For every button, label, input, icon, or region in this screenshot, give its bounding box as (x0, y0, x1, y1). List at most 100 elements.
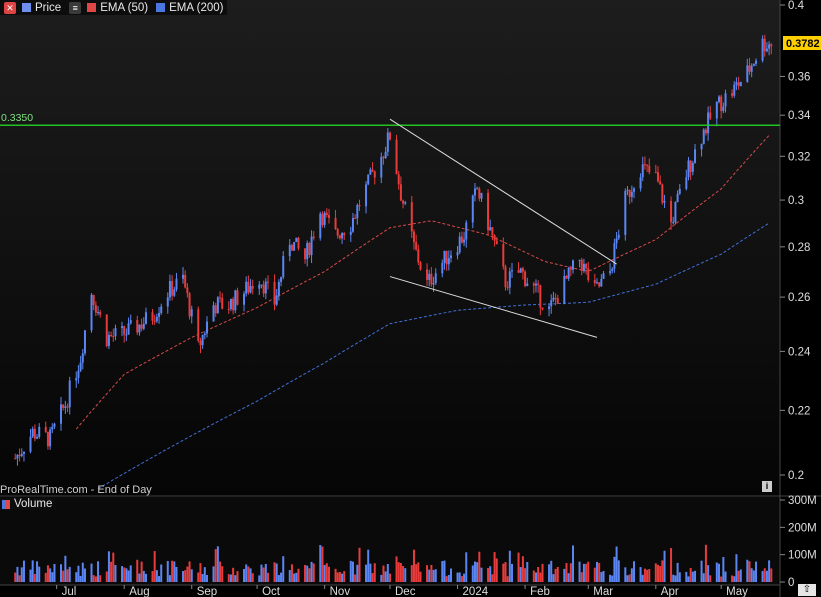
candle-body (707, 112, 710, 134)
candle-body (487, 192, 490, 231)
volume-bar (288, 570, 291, 582)
candle-body (715, 101, 718, 119)
volume-bar (182, 571, 185, 582)
volume-bar (29, 569, 32, 582)
volume-bar (600, 572, 603, 582)
candle-body (687, 160, 690, 178)
candle-body (22, 451, 25, 454)
scroll-arrow-icon[interactable]: ⇧ (798, 584, 816, 596)
candle-body (380, 156, 383, 178)
settings-icon[interactable]: ≡ (69, 1, 82, 14)
price-chart[interactable]: 0.2 0.22 0.24 0.26 0.28 0.3 0.32 0.34 0.36 0.4 30… (0, 0, 821, 597)
volume-bar (602, 570, 605, 582)
candle-body (288, 244, 291, 257)
x-tick-label: Nov (330, 586, 351, 597)
volume-tick-label: 300M (788, 495, 817, 507)
volume-bar (663, 550, 666, 582)
volume-bar (266, 572, 269, 582)
candle-body (275, 295, 278, 305)
volume-bar (46, 565, 49, 582)
volume-bar (565, 563, 568, 582)
y-tick-label: 0.26 (788, 292, 810, 304)
candle-body (434, 273, 437, 284)
candle-body (365, 184, 368, 207)
volume-bar (382, 565, 385, 582)
volume-bar (715, 562, 718, 582)
info-icon[interactable]: i (762, 481, 772, 492)
candle-body (624, 191, 627, 235)
candle-body (384, 151, 387, 158)
candle-body (264, 281, 267, 294)
candle-body (367, 174, 370, 185)
volume-bar (33, 574, 36, 582)
volume-bar (365, 564, 368, 582)
close-icon[interactable]: ✕ (4, 1, 16, 14)
candle-body (724, 93, 727, 107)
candle-body (587, 268, 590, 281)
volume-bar (626, 575, 629, 582)
candle-body (567, 267, 570, 279)
volume-bar (197, 572, 200, 582)
candle-body (491, 227, 494, 236)
candle-body (338, 235, 341, 239)
volume-bar (521, 556, 524, 582)
volume-bar (205, 575, 208, 582)
volume-bar (306, 565, 309, 582)
candle-body (295, 237, 298, 242)
candle-body (251, 286, 254, 289)
volume-bar (155, 570, 158, 582)
candle-body (672, 222, 675, 224)
volume-bar (343, 571, 346, 582)
candle-body (537, 283, 540, 286)
volume-bar (748, 561, 751, 582)
volume-bar (112, 552, 115, 582)
volume-bar (190, 569, 193, 582)
candle-body (402, 200, 405, 204)
candle-body (755, 60, 758, 64)
volume-bar (20, 567, 23, 582)
candle-body (75, 377, 78, 381)
candle-body (282, 256, 285, 278)
candle-body (203, 333, 206, 335)
volume-bar (262, 567, 265, 582)
y-tick-label: 0.22 (788, 405, 810, 417)
volume-bar (519, 567, 522, 582)
volume-bar (367, 549, 370, 582)
volume-bar (336, 572, 339, 582)
candle-body (691, 162, 694, 172)
volume-bar (487, 568, 490, 582)
volume-bar (746, 559, 749, 582)
volume-bar (273, 562, 276, 582)
candle-body (236, 290, 239, 305)
candle-body (419, 262, 422, 270)
candle-body (458, 236, 461, 253)
volume-bar (554, 568, 557, 582)
candle-body (327, 215, 330, 218)
volume-bar (641, 574, 644, 582)
candle-body (190, 309, 193, 317)
volume-bar (36, 561, 39, 582)
candle-body (155, 316, 158, 322)
candle-body (593, 280, 596, 284)
volume-bar (221, 566, 224, 582)
y-tick-label: 0.3 (788, 195, 804, 207)
volume-bar (371, 573, 374, 582)
candle-body (53, 423, 56, 427)
volume-bar (397, 562, 400, 582)
candle-body (123, 326, 126, 335)
candle-body (598, 282, 601, 287)
candle-body (229, 298, 232, 310)
volume-bar (722, 557, 725, 582)
volume-bar (258, 575, 261, 582)
volume-bar (447, 574, 450, 582)
candle-body (219, 297, 222, 299)
candle-body (107, 334, 110, 346)
volume-bar (107, 551, 110, 582)
candle-body (20, 453, 23, 457)
candle-body (142, 323, 145, 329)
candle-body (186, 287, 189, 294)
volume-bar (410, 565, 413, 582)
volume-bar (685, 571, 688, 582)
candle-body (234, 290, 237, 311)
volume-bar (373, 563, 376, 582)
